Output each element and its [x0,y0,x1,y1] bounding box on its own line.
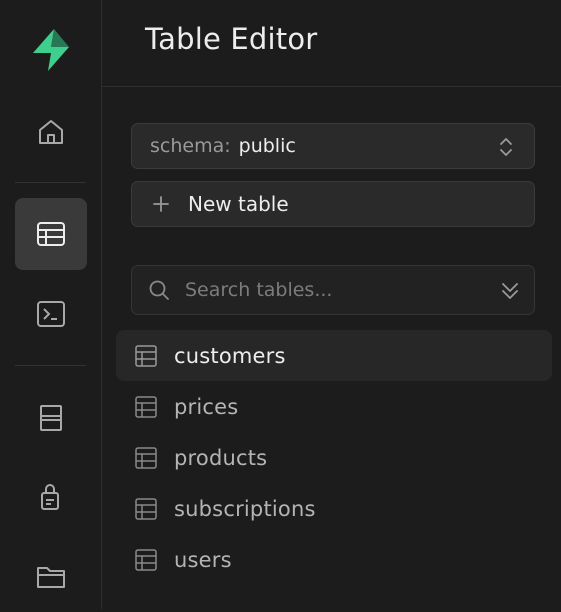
nav-table-editor-button[interactable] [15,198,87,270]
table-icon [135,548,157,571]
side-nav [0,0,102,609]
table-name: prices [174,394,239,419]
table-row-users[interactable]: users [116,534,552,585]
nav-auth-button[interactable] [15,460,87,532]
table-icon [37,222,65,246]
schema-value: public [238,135,296,157]
page-title: Table Editor [145,22,318,56]
schema-prefix-label: schema: [150,135,231,157]
table-icon [135,395,157,418]
table-row-customers[interactable]: customers [116,330,552,381]
nav-divider [15,182,86,183]
table-list: customers prices products subscriptions [116,330,552,585]
folder-icon [37,567,65,588]
plus-icon [153,196,169,212]
search-icon [149,280,169,300]
table-name: users [174,547,232,572]
table-name: subscriptions [174,496,316,521]
table-name: products [174,445,268,470]
table-icon [135,497,157,520]
terminal-icon [37,301,65,327]
schema-selector[interactable]: schema: public [131,123,535,169]
nav-database-button[interactable] [15,382,87,454]
table-row-subscriptions[interactable]: subscriptions [116,483,552,534]
supabase-logo-icon[interactable] [27,26,75,74]
lock-icon [41,484,59,510]
chevron-double-down-icon[interactable] [500,280,520,302]
search-box [131,265,535,315]
nav-divider [15,365,86,366]
home-icon [39,120,63,144]
new-table-button[interactable]: New table [131,181,535,227]
table-row-prices[interactable]: prices [116,381,552,432]
page-header: Table Editor [102,0,561,87]
table-row-products[interactable]: products [116,432,552,483]
table-name: customers [174,343,286,368]
nav-storage-button[interactable] [15,540,87,612]
search-input[interactable] [183,278,487,302]
table-icon [135,344,157,367]
new-table-label: New table [188,192,289,216]
database-icon [40,405,62,431]
nav-home-button[interactable] [15,96,87,168]
table-icon [135,446,157,469]
chevron-up-down-icon [500,138,512,156]
nav-sql-editor-button[interactable] [15,278,87,350]
